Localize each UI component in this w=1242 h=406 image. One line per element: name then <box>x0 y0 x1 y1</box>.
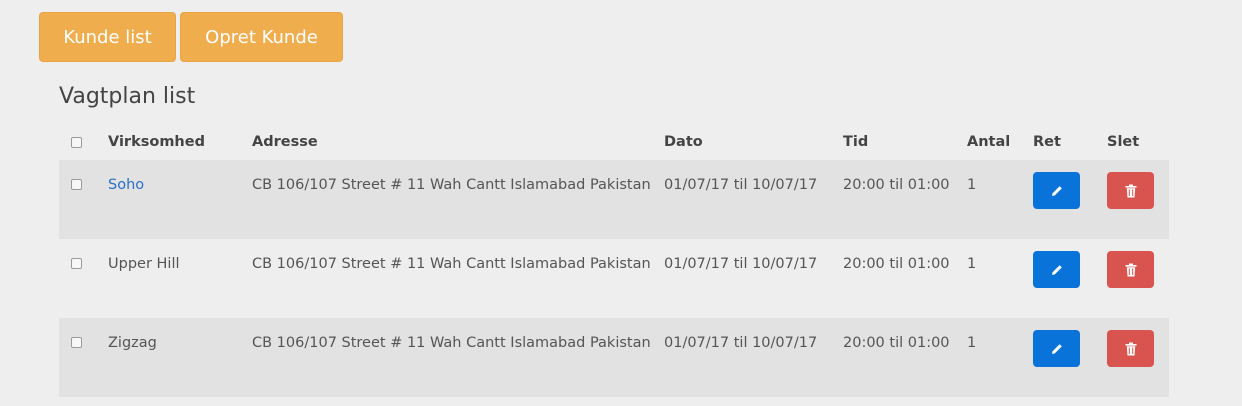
column-header-ret: Ret <box>1033 134 1061 150</box>
pencil-icon <box>1051 185 1062 196</box>
trash-icon <box>1125 263 1136 276</box>
antal-cell: 1 <box>967 256 977 272</box>
vagtplan-table: Virksomhed Adresse Dato Tid Antal Ret Sl… <box>59 124 1169 397</box>
column-header-antal: Antal <box>967 134 1011 150</box>
row-checkbox[interactable] <box>71 337 82 348</box>
antal-cell: 1 <box>967 177 977 193</box>
column-header-adresse: Adresse <box>252 134 318 150</box>
dato-cell: 01/07/17 til 10/07/17 <box>664 177 818 193</box>
tid-cell: 20:00 til 01:00 <box>843 335 950 351</box>
delete-button[interactable] <box>1107 330 1154 367</box>
dato-cell: 01/07/17 til 10/07/17 <box>664 335 818 351</box>
table-row: Zigzag CB 106/107 Street # 11 Wah Cantt … <box>59 318 1169 397</box>
column-header-virksomhed: Virksomhed <box>108 134 205 150</box>
page-title: Vagtplan list <box>59 84 196 109</box>
pencil-icon <box>1051 264 1062 275</box>
trash-icon <box>1125 184 1136 197</box>
delete-button[interactable] <box>1107 251 1154 288</box>
opret-kunde-button[interactable]: Opret Kunde <box>180 12 343 62</box>
virksomhed-cell: Upper Hill <box>108 256 180 272</box>
select-all-checkbox[interactable] <box>71 136 82 148</box>
adresse-cell: CB 106/107 Street # 11 Wah Cantt Islamab… <box>252 177 651 193</box>
pencil-icon <box>1051 343 1062 354</box>
tid-cell: 20:00 til 01:00 <box>843 256 950 272</box>
row-checkbox[interactable] <box>71 258 82 269</box>
virksomhed-cell: Zigzag <box>108 335 157 351</box>
column-header-dato: Dato <box>664 134 703 150</box>
dato-cell: 01/07/17 til 10/07/17 <box>664 256 818 272</box>
delete-button[interactable] <box>1107 172 1154 209</box>
adresse-cell: CB 106/107 Street # 11 Wah Cantt Islamab… <box>252 335 651 351</box>
table-row: Upper Hill CB 106/107 Street # 11 Wah Ca… <box>59 239 1169 318</box>
virksomhed-link[interactable]: Soho <box>108 177 144 193</box>
kunde-list-button[interactable]: Kunde list <box>39 12 176 62</box>
column-header-slet: Slet <box>1107 134 1140 150</box>
adresse-cell: CB 106/107 Street # 11 Wah Cantt Islamab… <box>252 256 651 272</box>
edit-button[interactable] <box>1033 330 1080 367</box>
column-header-tid: Tid <box>843 134 869 150</box>
edit-button[interactable] <box>1033 251 1080 288</box>
trash-icon <box>1125 342 1136 355</box>
table-header-row: Virksomhed Adresse Dato Tid Antal Ret Sl… <box>59 124 1169 160</box>
row-checkbox[interactable] <box>71 179 82 190</box>
edit-button[interactable] <box>1033 172 1080 209</box>
table-row: Soho CB 106/107 Street # 11 Wah Cantt Is… <box>59 160 1169 239</box>
tid-cell: 20:00 til 01:00 <box>843 177 950 193</box>
antal-cell: 1 <box>967 335 977 351</box>
